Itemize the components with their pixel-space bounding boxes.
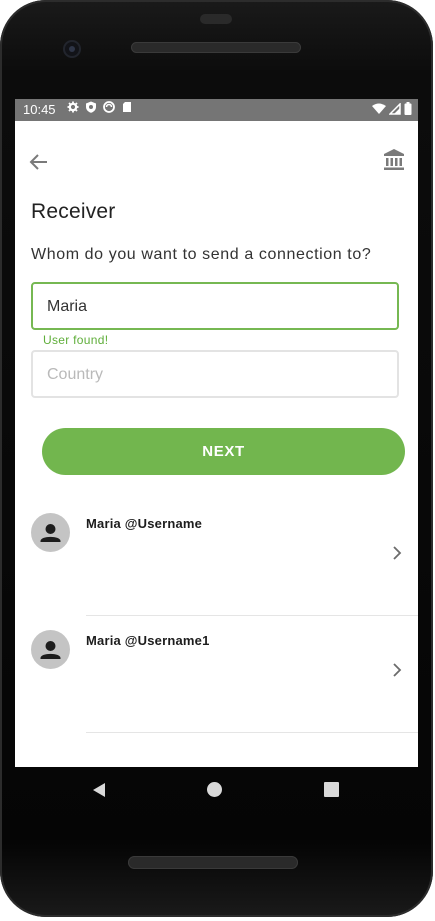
person-icon [31,630,70,669]
wifi-icon [372,103,386,118]
nav-home-icon[interactable] [207,782,222,797]
arrow-left-icon[interactable] [27,150,51,174]
battery-icon [404,102,412,118]
app-screen: 10:45 Receiver Whom do you want to send … [15,99,418,767]
list-item[interactable]: Maria @Username [15,499,418,616]
chevron-right-icon [389,662,405,678]
signal-icon [388,101,401,118]
front-camera [63,40,81,58]
next-button[interactable]: NEXT [42,428,405,475]
gear-icon [67,101,79,113]
name-field[interactable] [31,282,399,330]
earpiece-speaker [131,42,301,53]
country-input[interactable] [45,352,389,398]
chevron-right-icon [389,545,405,561]
top-sensor [200,14,232,24]
nav-recent-icon[interactable] [324,782,339,797]
sync-icon [103,101,115,113]
status-time: 10:45 [23,102,56,117]
receiver-question: Whom do you want to send a connection to… [31,246,372,263]
status-bar: 10:45 [15,99,418,121]
country-field[interactable] [31,350,399,398]
shield-icon [85,101,97,113]
name-input[interactable] [45,284,389,330]
list-divider [86,732,418,733]
result-title: Maria @Username1 [86,633,210,648]
result-title: Maria @Username [86,516,203,531]
bank-icon[interactable] [383,148,405,172]
status-system-icons [372,101,412,118]
user-found-helper: User found! [43,333,109,347]
page-title: Receiver [31,200,116,223]
system-nav-bar [0,767,433,813]
list-item[interactable]: Maria @Username1 [15,616,418,733]
nav-back-icon[interactable] [90,781,108,799]
bottom-speaker [128,856,298,869]
person-icon [31,513,70,552]
sd-card-icon [121,101,133,113]
status-notification-icons [67,101,133,113]
device-frame: 10:45 Receiver Whom do you want to send … [0,0,433,917]
